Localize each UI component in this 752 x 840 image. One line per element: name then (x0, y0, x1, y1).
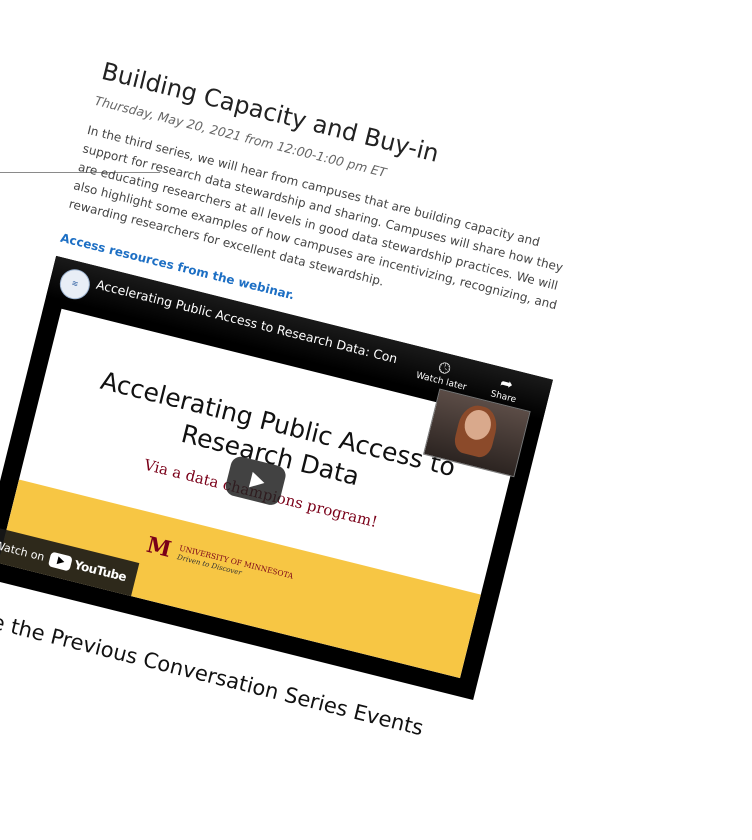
youtube-wordmark: YouTube (72, 557, 128, 585)
channel-logo-icon: ≋ (70, 278, 80, 289)
play-icon (248, 471, 267, 491)
watch-on-label: Watch on (0, 538, 46, 564)
university-m-icon: M (143, 531, 174, 563)
university-logo: M UNIVERSITY OF MINNESOTA Driven to Disc… (143, 531, 295, 592)
youtube-play-icon (48, 551, 74, 572)
page: Building Capacity and Buy-in Thursday, M… (0, 0, 752, 840)
event-card: Building Capacity and Buy-in Thursday, M… (0, 56, 649, 840)
